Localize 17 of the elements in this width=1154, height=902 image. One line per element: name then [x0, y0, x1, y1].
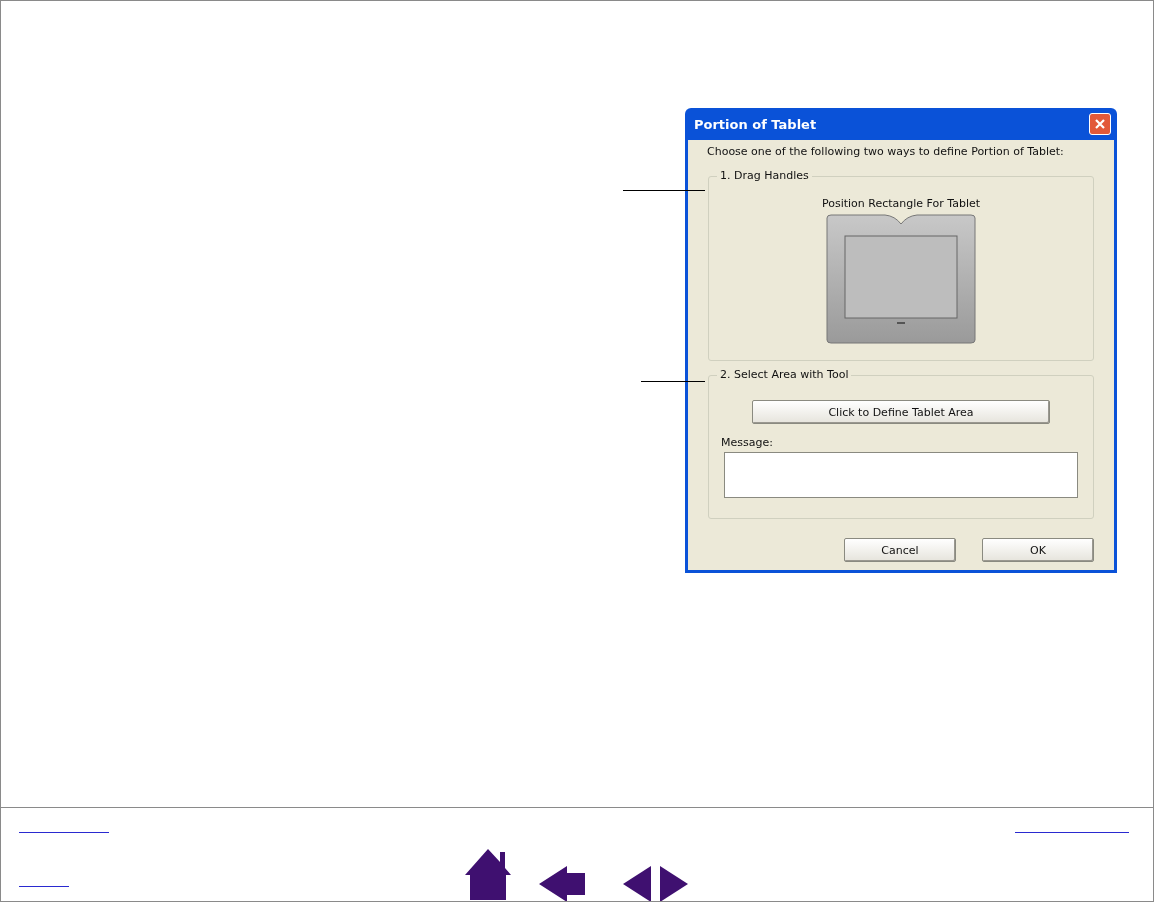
field-label: Message: — [721, 436, 773, 449]
dialog-button[interactable]: OK — [982, 538, 1094, 562]
window-title: Portion of Tablet — [694, 116, 817, 132]
next-page-icon[interactable] — [660, 866, 688, 901]
image-caption: Position Rectangle For Tablet — [821, 197, 981, 210]
home-icon[interactable] — [465, 849, 511, 900]
close-icon — [1094, 118, 1106, 130]
message-field[interactable] — [724, 452, 1078, 498]
instruction-text: Choose one of the following two ways to define Portion of Tablet: — [707, 145, 1065, 158]
dialog-button[interactable]: Cancel — [844, 538, 956, 562]
leader-line — [641, 381, 705, 382]
define-area-button[interactable]: Click to Define Tablet Area — [752, 400, 1050, 424]
group-legend: 1. Drag Handles — [717, 169, 812, 182]
close-button[interactable] — [1089, 113, 1111, 135]
group-legend: 2. Select Area with Tool — [717, 368, 852, 381]
previous-page-icon[interactable] — [623, 866, 651, 901]
back-arrow-icon[interactable] — [539, 866, 585, 901]
